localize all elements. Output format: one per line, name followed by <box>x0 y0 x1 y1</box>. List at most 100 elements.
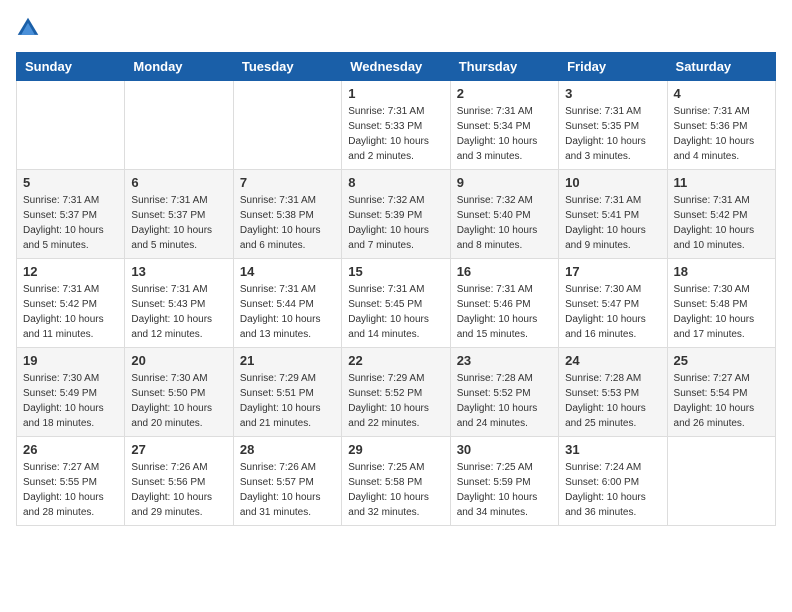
day-info: Sunrise: 7:31 AMSunset: 5:33 PMDaylight:… <box>348 104 443 164</box>
calendar-cell: 11Sunrise: 7:31 AMSunset: 5:42 PMDayligh… <box>667 170 775 259</box>
day-number: 16 <box>457 264 552 279</box>
day-number: 27 <box>131 442 226 457</box>
day-info: Sunrise: 7:31 AMSunset: 5:46 PMDaylight:… <box>457 282 552 342</box>
day-info: Sunrise: 7:31 AMSunset: 5:36 PMDaylight:… <box>674 104 769 164</box>
day-number: 17 <box>565 264 660 279</box>
calendar-week-2: 5 Sunrise: 7:31 AMSunset: 5:37 PMDaylight… <box>17 170 776 259</box>
day-number: 5 <box>23 175 118 190</box>
day-number: 3 <box>565 86 660 101</box>
page-header <box>16 16 776 40</box>
day-info: Sunrise: 7:32 AMSunset: 5:40 PMDaylight:… <box>457 193 552 253</box>
day-number: 22 <box>348 353 443 368</box>
calendar-cell: 28 Sunrise: 7:26 AMSunset: 5:57 PMDayligh… <box>233 437 341 526</box>
day-info: Sunrise: 7:25 AMSunset: 5:59 PMDaylight:… <box>457 460 552 520</box>
day-info: Sunrise: 7:31 AMSunset: 5:43 PMDaylight:… <box>131 282 226 342</box>
day-number: 6 <box>131 175 226 190</box>
day-number: 13 <box>131 264 226 279</box>
calendar-cell: 18 Sunrise: 7:30 AMSunset: 5:48 PMDayligh… <box>667 259 775 348</box>
calendar-cell <box>17 81 125 170</box>
calendar-week-5: 26Sunrise: 7:27 AMSunset: 5:55 PMDayligh… <box>17 437 776 526</box>
weekday-header-friday: Friday <box>559 53 667 81</box>
day-info: Sunrise: 7:31 AMSunset: 5:38 PMDaylight:… <box>240 193 335 253</box>
calendar-week-4: 19Sunrise: 7:30 AMSunset: 5:49 PMDayligh… <box>17 348 776 437</box>
day-info: Sunrise: 7:27 AMSunset: 5:55 PMDaylight:… <box>23 460 118 520</box>
day-number: 12 <box>23 264 118 279</box>
calendar-cell: 25 Sunrise: 7:27 AMSunset: 5:54 PMDayligh… <box>667 348 775 437</box>
day-info: Sunrise: 7:31 AMSunset: 5:35 PMDaylight:… <box>565 104 660 164</box>
day-number: 18 <box>674 264 769 279</box>
calendar-cell: 7 Sunrise: 7:31 AMSunset: 5:38 PMDaylight… <box>233 170 341 259</box>
calendar-cell <box>233 81 341 170</box>
calendar-table: SundayMondayTuesdayWednesdayThursdayFrid… <box>16 52 776 526</box>
day-number: 4 <box>674 86 769 101</box>
calendar-cell <box>125 81 233 170</box>
day-info: Sunrise: 7:29 AMSunset: 5:52 PMDaylight:… <box>348 371 443 431</box>
logo-icon <box>16 16 40 40</box>
weekday-header-sunday: Sunday <box>17 53 125 81</box>
calendar-cell: 26Sunrise: 7:27 AMSunset: 5:55 PMDayligh… <box>17 437 125 526</box>
day-info: Sunrise: 7:31 AMSunset: 5:44 PMDaylight:… <box>240 282 335 342</box>
calendar-cell: 10Sunrise: 7:31 AMSunset: 5:41 PMDayligh… <box>559 170 667 259</box>
calendar-cell: 19Sunrise: 7:30 AMSunset: 5:49 PMDayligh… <box>17 348 125 437</box>
calendar-cell: 29 Sunrise: 7:25 AMSunset: 5:58 PMDayligh… <box>342 437 450 526</box>
day-info: Sunrise: 7:31 AMSunset: 5:45 PMDaylight:… <box>348 282 443 342</box>
day-info: Sunrise: 7:27 AMSunset: 5:54 PMDaylight:… <box>674 371 769 431</box>
day-info: Sunrise: 7:26 AMSunset: 5:56 PMDaylight:… <box>131 460 226 520</box>
day-info: Sunrise: 7:28 AMSunset: 5:53 PMDaylight:… <box>565 371 660 431</box>
day-info: Sunrise: 7:31 AMSunset: 5:42 PMDaylight:… <box>23 282 118 342</box>
day-info: Sunrise: 7:31 AMSunset: 5:37 PMDaylight:… <box>131 193 226 253</box>
day-number: 19 <box>23 353 118 368</box>
calendar-cell: 27 Sunrise: 7:26 AMSunset: 5:56 PMDayligh… <box>125 437 233 526</box>
weekday-header-row: SundayMondayTuesdayWednesdayThursdayFrid… <box>17 53 776 81</box>
calendar-cell: 9 Sunrise: 7:32 AMSunset: 5:40 PMDaylight… <box>450 170 558 259</box>
day-number: 30 <box>457 442 552 457</box>
weekday-header-monday: Monday <box>125 53 233 81</box>
day-number: 2 <box>457 86 552 101</box>
day-number: 15 <box>348 264 443 279</box>
day-info: Sunrise: 7:30 AMSunset: 5:48 PMDaylight:… <box>674 282 769 342</box>
weekday-header-thursday: Thursday <box>450 53 558 81</box>
calendar-cell: 1 Sunrise: 7:31 AMSunset: 5:33 PMDaylight… <box>342 81 450 170</box>
weekday-header-tuesday: Tuesday <box>233 53 341 81</box>
day-number: 7 <box>240 175 335 190</box>
calendar-cell: 8 Sunrise: 7:32 AMSunset: 5:39 PMDaylight… <box>342 170 450 259</box>
calendar-cell: 24 Sunrise: 7:28 AMSunset: 5:53 PMDayligh… <box>559 348 667 437</box>
day-number: 14 <box>240 264 335 279</box>
day-info: Sunrise: 7:32 AMSunset: 5:39 PMDaylight:… <box>348 193 443 253</box>
day-number: 29 <box>348 442 443 457</box>
calendar-cell: 4 Sunrise: 7:31 AMSunset: 5:36 PMDaylight… <box>667 81 775 170</box>
day-number: 23 <box>457 353 552 368</box>
calendar-cell: 6 Sunrise: 7:31 AMSunset: 5:37 PMDaylight… <box>125 170 233 259</box>
day-number: 24 <box>565 353 660 368</box>
day-number: 9 <box>457 175 552 190</box>
calendar-cell: 15 Sunrise: 7:31 AMSunset: 5:45 PMDayligh… <box>342 259 450 348</box>
day-number: 31 <box>565 442 660 457</box>
calendar-cell: 31 Sunrise: 7:24 AMSunset: 6:00 PMDayligh… <box>559 437 667 526</box>
calendar-cell <box>667 437 775 526</box>
day-info: Sunrise: 7:29 AMSunset: 5:51 PMDaylight:… <box>240 371 335 431</box>
calendar-cell: 30 Sunrise: 7:25 AMSunset: 5:59 PMDayligh… <box>450 437 558 526</box>
day-number: 8 <box>348 175 443 190</box>
calendar-cell: 16 Sunrise: 7:31 AMSunset: 5:46 PMDayligh… <box>450 259 558 348</box>
day-number: 28 <box>240 442 335 457</box>
calendar-cell: 2 Sunrise: 7:31 AMSunset: 5:34 PMDaylight… <box>450 81 558 170</box>
calendar-cell: 5Sunrise: 7:31 AMSunset: 5:37 PMDaylight… <box>17 170 125 259</box>
calendar-cell: 21 Sunrise: 7:29 AMSunset: 5:51 PMDayligh… <box>233 348 341 437</box>
logo <box>16 16 44 40</box>
calendar-cell: 22 Sunrise: 7:29 AMSunset: 5:52 PMDayligh… <box>342 348 450 437</box>
day-number: 1 <box>348 86 443 101</box>
calendar-cell: 14 Sunrise: 7:31 AMSunset: 5:44 PMDayligh… <box>233 259 341 348</box>
day-info: Sunrise: 7:31 AMSunset: 5:34 PMDaylight:… <box>457 104 552 164</box>
day-number: 21 <box>240 353 335 368</box>
day-number: 25 <box>674 353 769 368</box>
day-info: Sunrise: 7:25 AMSunset: 5:58 PMDaylight:… <box>348 460 443 520</box>
day-info: Sunrise: 7:28 AMSunset: 5:52 PMDaylight:… <box>457 371 552 431</box>
day-info: Sunrise: 7:30 AMSunset: 5:50 PMDaylight:… <box>131 371 226 431</box>
calendar-cell: 12 Sunrise: 7:31 AMSunset: 5:42 PMDayligh… <box>17 259 125 348</box>
day-info: Sunrise: 7:31 AMSunset: 5:42 PMDaylight:… <box>674 193 769 253</box>
calendar-week-3: 12 Sunrise: 7:31 AMSunset: 5:42 PMDayligh… <box>17 259 776 348</box>
day-info: Sunrise: 7:24 AMSunset: 6:00 PMDaylight:… <box>565 460 660 520</box>
day-info: Sunrise: 7:30 AMSunset: 5:47 PMDaylight:… <box>565 282 660 342</box>
day-info: Sunrise: 7:26 AMSunset: 5:57 PMDaylight:… <box>240 460 335 520</box>
day-info: Sunrise: 7:31 AMSunset: 5:41 PMDaylight:… <box>565 193 660 253</box>
